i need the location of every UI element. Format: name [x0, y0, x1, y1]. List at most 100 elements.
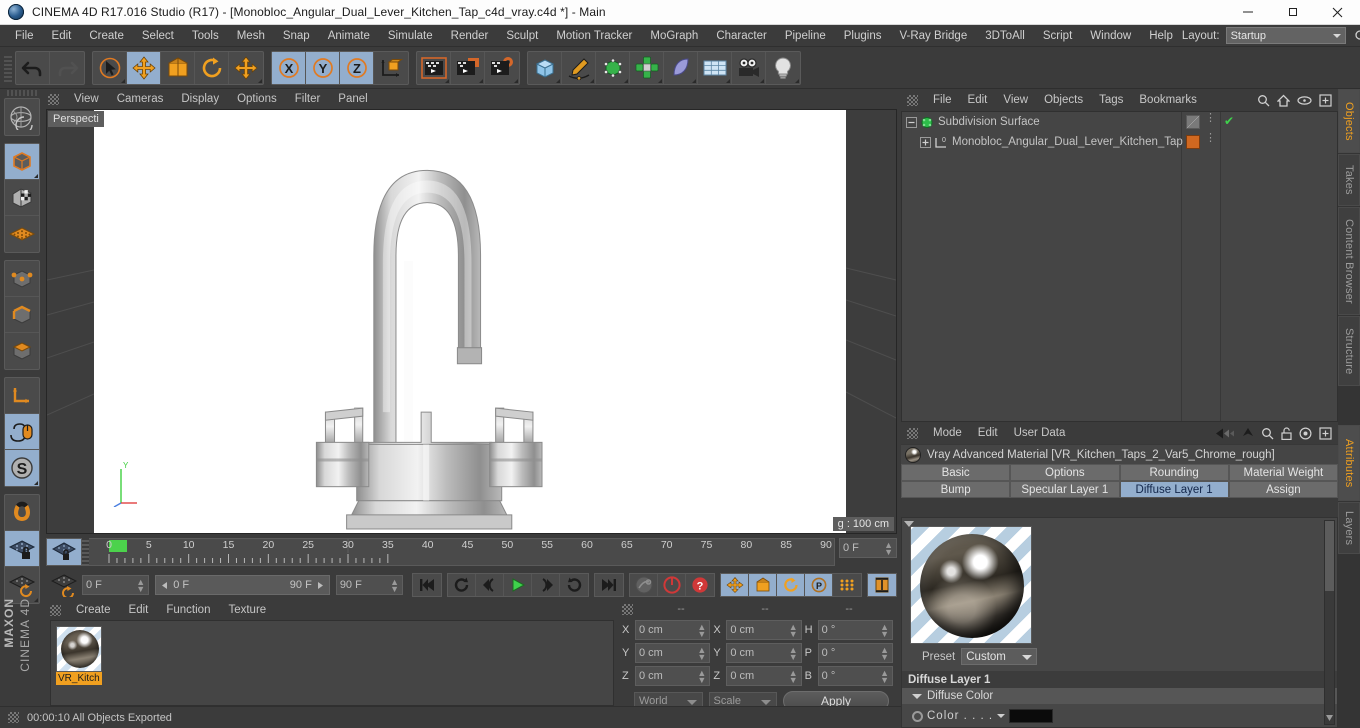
menu-item-simulate[interactable]: Simulate: [379, 25, 442, 47]
autokeying-button[interactable]: [630, 574, 658, 596]
render-region-button[interactable]: [451, 51, 485, 84]
material-thumbnail[interactable]: [56, 626, 102, 672]
enable-axis-modification-button[interactable]: [5, 378, 39, 414]
key-parameter-button[interactable]: P: [805, 574, 833, 596]
eye-icon[interactable]: [1297, 95, 1312, 106]
menu-item-motion-tracker[interactable]: Motion Tracker: [547, 25, 641, 47]
viewport-menu-view[interactable]: View: [65, 89, 108, 109]
visibility-dots-icon[interactable]: ⋮: [1205, 133, 1216, 144]
visibility-dots-icon[interactable]: ⋮: [1205, 113, 1216, 124]
spinner-icon[interactable]: ▲ ▼: [789, 646, 798, 662]
object-menu-edit[interactable]: Edit: [960, 89, 996, 111]
nurbs-generator-button[interactable]: [596, 51, 630, 84]
object-enabled-check[interactable]: ✔: [1224, 114, 1234, 128]
add-panel-icon[interactable]: [1319, 426, 1332, 440]
go-up-icon[interactable]: [1242, 427, 1254, 439]
object-row-kitchen-tap[interactable]: 0 Monobloc_Angular_Dual_Lever_Kitchen_Ta…: [902, 132, 1337, 152]
menu-item-create[interactable]: Create: [80, 25, 133, 47]
menu-item-3dtoall[interactable]: 3DToAll: [976, 25, 1034, 47]
material-menu-create[interactable]: Create: [67, 600, 120, 620]
vtab-layers[interactable]: Layers: [1338, 502, 1360, 554]
play-button[interactable]: [504, 574, 532, 596]
coord-field-size-z[interactable]: 0 cm ▲ ▼: [726, 666, 802, 686]
tab-specular-layer-1[interactable]: Specular Layer 1: [1010, 481, 1120, 498]
coord-field-rot-p[interactable]: 0 ° ▲ ▼: [817, 643, 893, 663]
menu-item-script[interactable]: Script: [1034, 25, 1081, 47]
tab-basic[interactable]: Basic: [901, 464, 1011, 481]
timeline-ruler[interactable]: 0 5 10 15 20 25 30 35 40 45 50 55 60 65 70 75 80 85 90: [89, 538, 835, 566]
vtab-takes[interactable]: Takes: [1338, 154, 1360, 206]
expand-collapse-icon[interactable]: [906, 116, 917, 128]
record-help-button[interactable]: ?: [686, 574, 714, 596]
coord-field-pos-x[interactable]: 0 cm ▲ ▼: [635, 620, 711, 640]
scene-environment-button[interactable]: [698, 51, 732, 84]
coord-field-rot-b[interactable]: 0 ° ▲ ▼: [817, 666, 893, 686]
menu-item-sculpt[interactable]: Sculpt: [497, 25, 547, 47]
viewport-menu-options[interactable]: Options: [228, 89, 286, 109]
menu-item-animate[interactable]: Animate: [319, 25, 379, 47]
menu-item-help[interactable]: Help: [1140, 25, 1182, 47]
spinner-icon[interactable]: ▲ ▼: [789, 623, 798, 639]
key-point-level-animation-button[interactable]: [833, 574, 861, 596]
attribute-menu-mode[interactable]: Mode: [925, 422, 970, 444]
material-manager-grip[interactable]: [50, 604, 61, 616]
viewport-solo-button[interactable]: [5, 414, 39, 450]
object-menu-bookmarks[interactable]: Bookmarks: [1131, 89, 1205, 111]
object-row-subdivision-surface[interactable]: Subdivision Surface ⋮ ✔: [902, 112, 1337, 132]
preset-dropdown[interactable]: Custom: [961, 648, 1038, 665]
lock-workplane-button[interactable]: S: [5, 450, 39, 486]
attribute-scrollbar[interactable]: [1324, 520, 1335, 725]
tab-bump[interactable]: Bump: [901, 481, 1011, 498]
menu-item-tools[interactable]: Tools: [183, 25, 228, 47]
material-preview[interactable]: [910, 526, 1032, 644]
home-icon[interactable]: [1277, 94, 1290, 107]
menu-item-edit[interactable]: Edit: [43, 25, 81, 47]
material-menu-edit[interactable]: Edit: [120, 600, 158, 620]
timeline-current-frame-field[interactable]: 0 F ▲ ▼: [839, 538, 897, 558]
object-menu-file[interactable]: File: [925, 89, 960, 111]
lock-x-axis-button[interactable]: X: [272, 51, 306, 84]
previous-keyframe-button[interactable]: [448, 574, 476, 596]
viewport-menu-display[interactable]: Display: [172, 89, 228, 109]
tab-diffuse-layer-1[interactable]: Diffuse Layer 1: [1119, 481, 1229, 498]
coordinates-grip[interactable]: [622, 603, 633, 615]
transform-tool-button[interactable]: [229, 52, 263, 84]
lock-icon[interactable]: [1281, 426, 1292, 440]
attribute-menu-user-data[interactable]: User Data: [1006, 422, 1074, 444]
move-tool-button[interactable]: [127, 51, 161, 84]
timeline-grip[interactable]: [82, 538, 89, 566]
viewport-canvas[interactable]: Y Perspecti g : 100 cm: [47, 110, 896, 533]
tab-options[interactable]: Options: [1010, 464, 1120, 481]
color-radio-button[interactable]: [912, 710, 923, 722]
menu-item-file[interactable]: File: [6, 25, 43, 47]
object-tag-display[interactable]: [1186, 115, 1200, 129]
preview-start-field[interactable]: 0 F ▲ ▼: [82, 575, 150, 595]
spinner-icon[interactable]: ▲ ▼: [789, 669, 798, 685]
viewport-menu-cameras[interactable]: Cameras: [108, 89, 173, 109]
coord-field-pos-y[interactable]: 0 cm ▲ ▼: [635, 643, 711, 663]
search-icon[interactable]: [1352, 27, 1360, 45]
menu-item-select[interactable]: Select: [133, 25, 183, 47]
key-scale-button[interactable]: [749, 574, 777, 596]
render-view-button[interactable]: [417, 51, 451, 84]
attribute-menu-edit[interactable]: Edit: [970, 422, 1006, 444]
preview-range-slider[interactable]: 0 F 90 F: [155, 575, 330, 595]
magnet-snap-button[interactable]: [5, 495, 39, 531]
rotate-tool-button[interactable]: [195, 51, 229, 84]
coord-field-pos-z[interactable]: 0 cm ▲ ▼: [635, 666, 711, 686]
close-button[interactable]: [1315, 0, 1360, 24]
viewport-menu-panel[interactable]: Panel: [329, 89, 376, 109]
record-active-objects-button[interactable]: [658, 574, 686, 596]
cube-primitive-button[interactable]: [528, 51, 562, 84]
tab-assign[interactable]: Assign: [1228, 481, 1338, 498]
material-menu-texture[interactable]: Texture: [219, 600, 275, 620]
vtab-content-browser[interactable]: Content Browser: [1338, 207, 1360, 315]
make-editable-button[interactable]: [5, 99, 39, 135]
timeline-lock-icon[interactable]: [46, 538, 82, 566]
target-icon[interactable]: [1299, 426, 1312, 440]
edges-mode-button[interactable]: [5, 297, 39, 333]
material-item[interactable]: VR_Kitch: [56, 626, 102, 685]
material-list[interactable]: VR_Kitch: [50, 620, 614, 706]
spinner-icon[interactable]: ▲ ▼: [390, 578, 399, 594]
menu-item-vray-bridge[interactable]: V-Ray Bridge: [890, 25, 976, 47]
